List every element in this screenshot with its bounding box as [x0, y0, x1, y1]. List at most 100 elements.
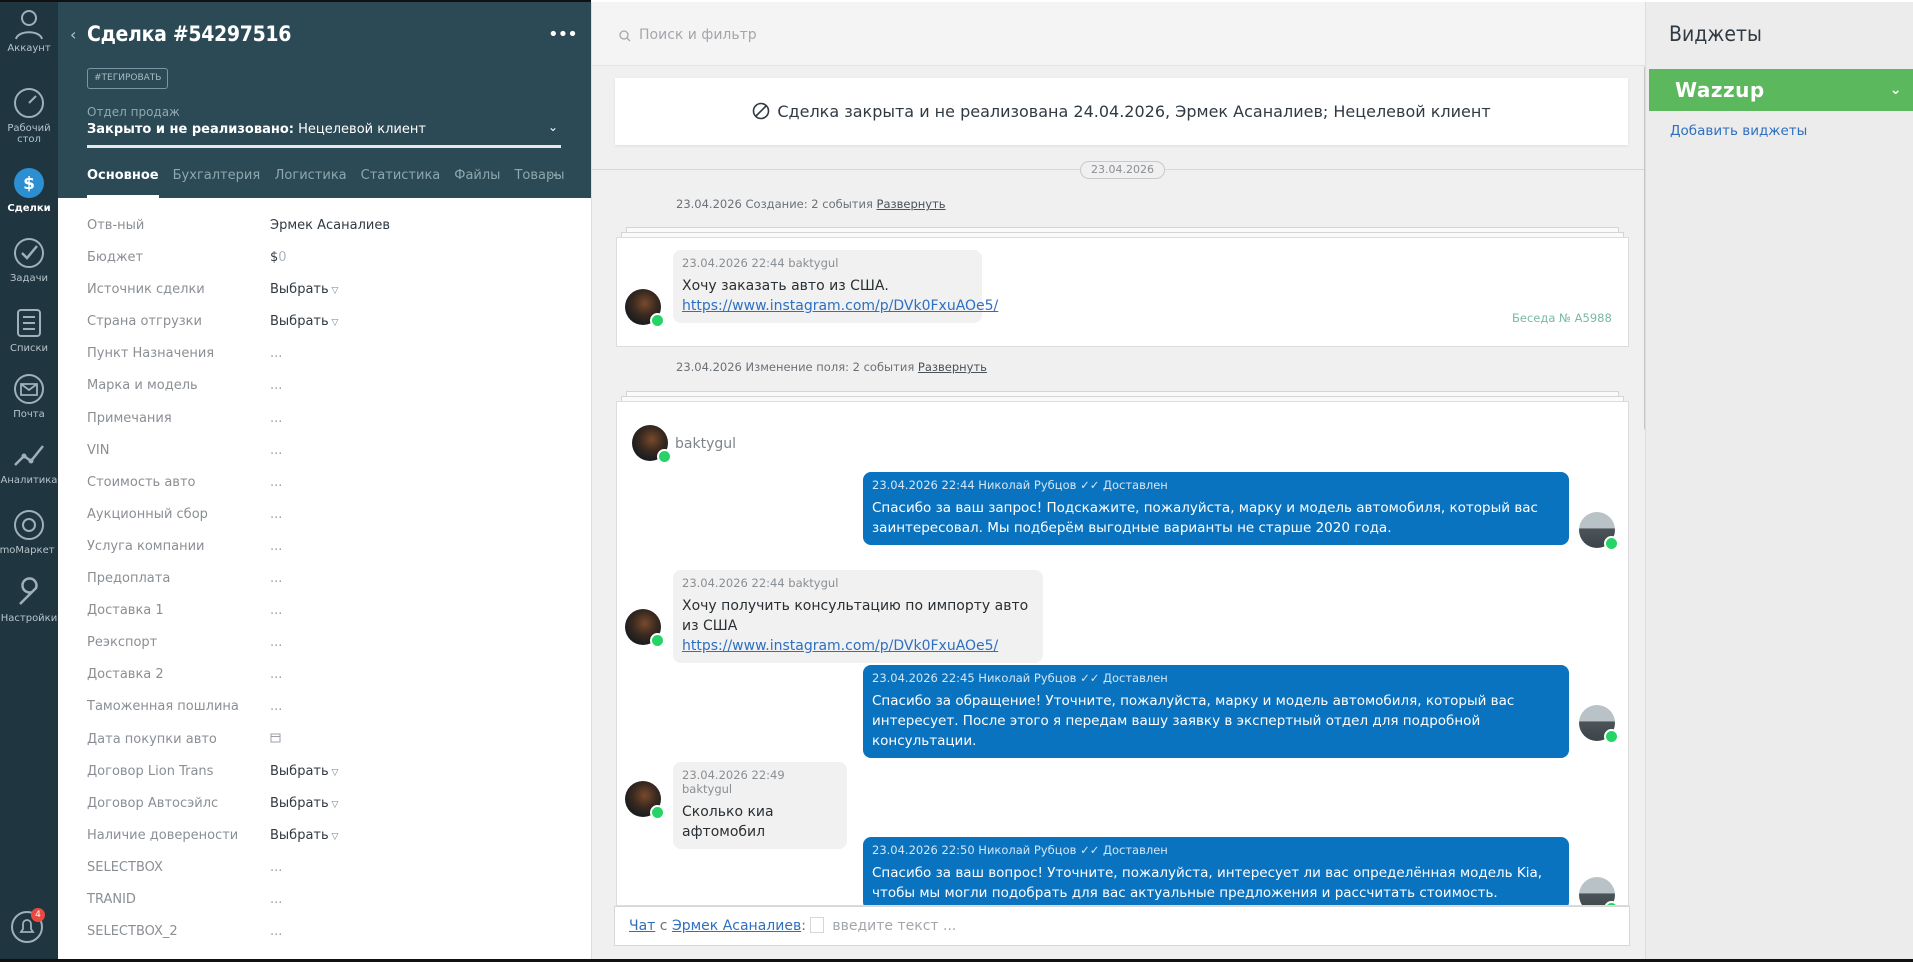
app-root: Аккаунт Рабочий стол $ Сделки Задачи Спи… — [0, 0, 1913, 962]
field-label: Марка и модель — [87, 378, 198, 394]
tag-button[interactable]: #ТЕГИРОВАТЬ — [87, 68, 169, 89]
field-value[interactable]: ... — [270, 571, 282, 586]
field-value[interactable]: ... — [270, 411, 282, 426]
nav-label: amoМаркет — [0, 545, 55, 556]
field-select[interactable]: Выбрать ▽ — [270, 764, 338, 779]
field-select[interactable]: Выбрать ▽ — [270, 282, 338, 297]
field-select[interactable]: Выбрать ▽ — [270, 314, 338, 329]
more-actions-icon[interactable]: ••• — [548, 24, 578, 45]
status-select[interactable]: Закрыто и не реализовано: Нецелевой клие… — [87, 122, 426, 137]
field-row: Отв-ный Эрмек Асаналиев — [58, 210, 591, 242]
date-picker-icon[interactable] — [270, 732, 281, 747]
event-group-field-change: 23.04.2026 Изменение поля: 2 события Раз… — [676, 360, 987, 374]
chat-contact-link[interactable]: Эрмек Асаналиев — [672, 918, 801, 934]
field-label: Примечания — [87, 410, 172, 426]
nav-item-deals[interactable]: $ Сделки — [0, 166, 58, 214]
field-label: Отв-ный — [87, 218, 145, 233]
analytics-icon — [14, 445, 44, 466]
message-outgoing: 23.04.2026 22:50 Николай Рубцов ✓✓ Доста… — [863, 837, 1569, 905]
nav-item-analytics[interactable]: Аналитика — [0, 438, 58, 486]
field-value[interactable]: ... — [270, 539, 282, 554]
chevron-down-icon[interactable]: ⌄ — [548, 120, 558, 134]
field-label: Доставка 2 — [87, 667, 164, 683]
field-row: Бюджет $0 — [58, 242, 591, 274]
message-link[interactable]: https://www.instagram.com/p/DVk0FxuAOe5/ — [682, 636, 1034, 656]
budget-amount: 0 — [278, 250, 287, 266]
nav-label: Аналитика — [0, 475, 58, 486]
field-value[interactable]: Эрмек Асаналиев — [270, 218, 390, 233]
chat-channel-select[interactable] — [809, 917, 824, 933]
field-label: Договор Lion Trans — [87, 763, 214, 779]
field-input[interactable]: $0 — [270, 250, 287, 265]
message-incoming: 23.04.2026 22:44 baktygul Хочу заказать … — [673, 250, 998, 323]
field-value[interactable]: ... — [270, 635, 282, 650]
whatsapp-icon — [1604, 729, 1619, 744]
tab-statistics[interactable]: Статистика — [361, 168, 441, 198]
field-row: Примечания... — [58, 403, 591, 435]
activity-feed: Поиск и фильтр Сделка закрыта и не реали… — [591, 2, 1648, 962]
nav-item-settings[interactable]: Настройки — [0, 576, 58, 624]
event-text: 23.04.2026 Изменение поля: 2 события — [676, 360, 915, 374]
tab-files[interactable]: Файлы — [454, 168, 500, 198]
notification-count-badge: 4 — [31, 908, 45, 922]
field-select[interactable]: Выбрать ▽ — [270, 828, 338, 843]
field-value[interactable]: ... — [270, 603, 282, 618]
field-label: Договор Автосэйлс — [87, 795, 219, 811]
field-row: Предоплата... — [58, 563, 591, 595]
nav-item-lists[interactable]: Списки — [0, 306, 58, 354]
wazzup-widget[interactable]: Wazzup ⌄ — [1649, 69, 1913, 111]
tab-logistics[interactable]: Логистика — [275, 168, 347, 198]
expand-link[interactable]: Развернуть — [918, 360, 987, 374]
field-value[interactable]: ... — [270, 667, 282, 682]
message-link[interactable]: https://www.instagram.com/p/DVk0FxuAOe5/ — [682, 296, 998, 316]
chevron-down-icon[interactable]: ⌄ — [1890, 69, 1902, 111]
field-value[interactable]: ... — [270, 378, 282, 393]
field-value[interactable]: ... — [270, 924, 282, 939]
nav-label: Почта — [13, 409, 45, 420]
nav-item-mail[interactable]: Почта — [0, 372, 58, 420]
widgets-title: Виджеты — [1669, 22, 1762, 46]
field-value[interactable]: ... — [270, 443, 282, 458]
nav-item-dashboard[interactable]: Рабочий стол — [0, 86, 58, 145]
nav-label: Рабочий стол — [7, 123, 51, 145]
deal-title[interactable]: Сделка #54297516 — [87, 22, 291, 46]
field-value[interactable]: ... — [270, 892, 282, 907]
expand-link[interactable]: Развернуть — [877, 197, 946, 211]
field-value[interactable]: ... — [270, 860, 282, 875]
feed-search-bar[interactable]: Поиск и фильтр — [592, 2, 1646, 66]
field-value: Выбрать — [270, 314, 329, 330]
chat-type-link[interactable]: Чат — [629, 918, 655, 934]
field-row: Страна отгрузки Выбрать ▽ — [58, 306, 591, 338]
conversation-number[interactable]: Беседа № A5988 — [1512, 311, 1612, 325]
chat-input-bar[interactable]: Чат с Эрмек Асаналиев: введите текст ... — [614, 906, 1630, 946]
tab-main[interactable]: Основное — [87, 168, 159, 198]
card-header: ‹ Сделка #54297516 ••• #ТЕГИРОВАТЬ Отдел… — [58, 2, 591, 198]
tabs-more-icon[interactable]: ··· — [548, 168, 561, 184]
event-text: 23.04.2026 Создание: 2 события — [676, 197, 873, 211]
card-fields: Отв-ный Эрмек Асаналиев Бюджет $0 Источник с… — [58, 210, 591, 948]
dashboard-icon — [14, 88, 44, 118]
avatar-manager — [1579, 512, 1619, 551]
tab-accounting[interactable]: Бухгалтерия — [173, 168, 261, 198]
closed-banner-text: Сделка закрыта и не реализована 24.04.20… — [777, 102, 1491, 121]
nav-item-account[interactable]: Аккаунт — [0, 6, 58, 54]
market-icon — [14, 510, 44, 540]
field-row: Наличие доверености Выбрать ▽ — [58, 820, 591, 852]
nav-item-tasks[interactable]: Задачи — [0, 236, 58, 284]
field-value[interactable]: ... — [270, 507, 282, 522]
field-row: Договор Автосэйлс Выбрать ▽ — [58, 788, 591, 820]
field-value[interactable]: ... — [270, 346, 282, 361]
field-select[interactable]: Выбрать ▽ — [270, 796, 338, 811]
field-value[interactable]: ... — [270, 475, 282, 490]
add-widgets-link[interactable]: Добавить виджеты — [1670, 123, 1807, 139]
field-value[interactable]: ... — [270, 699, 282, 714]
message-status: Доставлен — [1103, 478, 1168, 492]
widgets-panel: Виджеты Wazzup ⌄ Добавить виджеты — [1645, 2, 1913, 962]
chat-message-input[interactable]: введите текст ... — [832, 918, 956, 934]
whatsapp-icon — [650, 313, 665, 328]
search-input[interactable]: Поиск и фильтр — [639, 27, 757, 43]
message-text: Спасибо за ваш запрос! Подскажите, пожал… — [872, 500, 1538, 536]
back-chevron-icon[interactable]: ‹ — [70, 27, 80, 43]
field-label: VIN — [87, 442, 110, 458]
nav-item-market[interactable]: amoМаркет — [0, 508, 58, 556]
